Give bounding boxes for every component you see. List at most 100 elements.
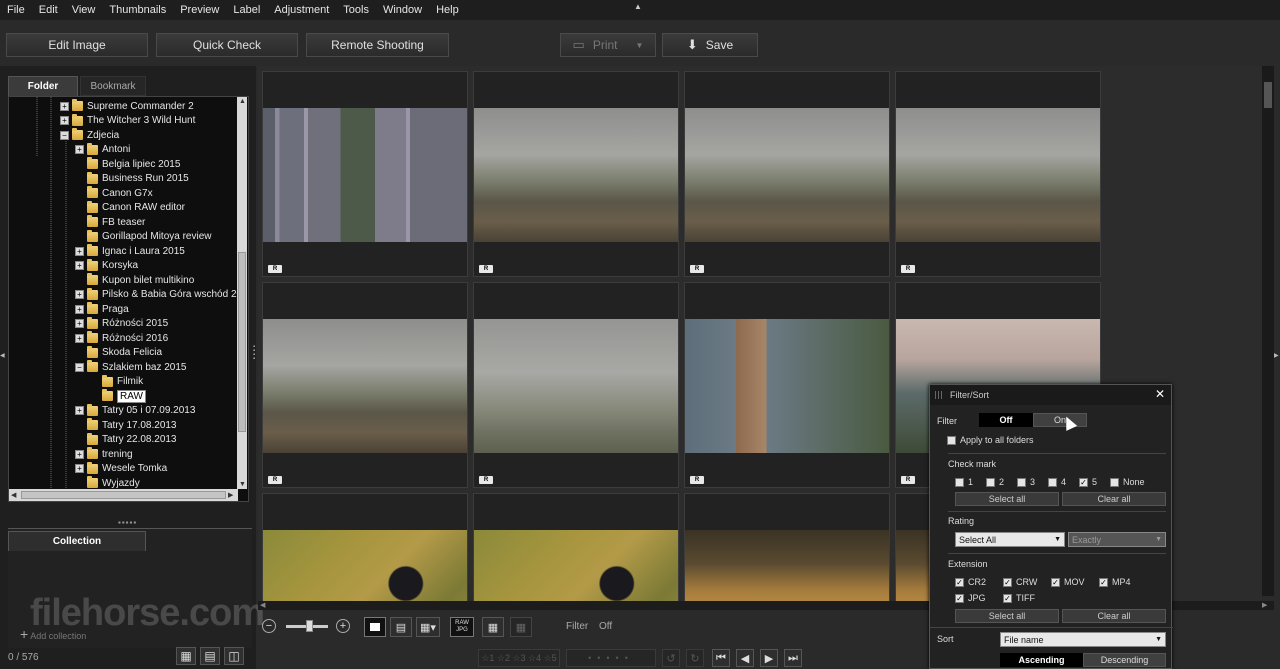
tree-node[interactable]: Canon RAW editor — [75, 200, 185, 215]
apply-all-folders-checkbox[interactable]: Apply to all folders — [947, 435, 1034, 445]
scroll-down-icon[interactable]: ▼ — [239, 481, 246, 488]
extension-select-all-button[interactable]: Select all — [955, 609, 1059, 623]
grid-scroll-thumb[interactable] — [1264, 82, 1272, 108]
tree-scroll-thumb[interactable] — [238, 252, 246, 432]
thumbnail-image[interactable] — [263, 108, 467, 242]
first-image-icon[interactable]: ⏮ — [712, 649, 730, 667]
last-image-icon[interactable]: ⏭ — [784, 649, 802, 667]
thumbnail-cell[interactable]: R — [684, 71, 890, 277]
tree-node[interactable]: Business Run 2015 — [75, 171, 189, 186]
collapse-icon[interactable]: − — [60, 130, 69, 140]
print-button[interactable]: ▭ Print ▼ — [560, 33, 656, 57]
extension-option[interactable]: ✓ MP4 — [1099, 577, 1131, 587]
checkmark-option[interactable]: 3 — [1017, 477, 1035, 487]
grid-vertical-scrollbar[interactable] — [1262, 66, 1274, 596]
extension-option[interactable]: ✓ CRW — [1003, 577, 1037, 587]
menu-window[interactable]: Window — [376, 0, 429, 20]
menu-preview[interactable]: Preview — [173, 0, 226, 20]
expand-icon[interactable]: + — [75, 319, 84, 328]
expand-icon[interactable]: + — [75, 406, 84, 415]
expand-icon[interactable]: + — [60, 116, 69, 125]
tree-node[interactable]: Gorillapod Mitoya review — [75, 229, 212, 244]
tree-horizontal-scrollbar[interactable]: ◀ ▶ — [9, 489, 238, 501]
checkmark-option[interactable]: 4 — [1048, 477, 1066, 487]
previous-image-icon[interactable]: ◀ — [736, 649, 754, 667]
zoom-slider-thumb[interactable] — [306, 620, 313, 632]
tree-node[interactable]: Tatry 22.08.2013 — [75, 432, 177, 447]
thumbnail-image[interactable] — [474, 108, 678, 242]
tab-bookmark[interactable]: Bookmark — [80, 76, 146, 96]
zoom-out-icon[interactable]: − — [262, 619, 276, 633]
checkmark-option[interactable]: 2 — [986, 477, 1004, 487]
layout-preview-button[interactable]: ▤ — [200, 647, 220, 665]
filter-off-button[interactable]: Off — [979, 413, 1033, 427]
thumbnail-image[interactable] — [685, 530, 889, 602]
collapse-icon[interactable]: − — [75, 362, 84, 372]
menu-file[interactable]: File — [0, 0, 32, 20]
collapse-toolbar-icon[interactable]: ▲ — [634, 2, 642, 11]
extension-option[interactable]: ✓ JPG — [955, 593, 986, 603]
tree-node[interactable]: + trening — [75, 447, 133, 461]
thumbnail-image[interactable] — [263, 530, 467, 602]
grid-scroll-left-icon[interactable]: ◀ — [260, 601, 265, 609]
expand-icon[interactable]: + — [60, 101, 69, 111]
compare-view-button[interactable]: ▦ — [510, 617, 532, 637]
thumbnail-image[interactable] — [474, 530, 678, 602]
expand-icon[interactable]: + — [75, 449, 84, 459]
thumbnail-cell[interactable]: R — [473, 282, 679, 488]
tree-node[interactable]: + Praga — [75, 302, 129, 316]
view-details-button[interactable]: ▤ — [390, 617, 412, 637]
checkmark-option[interactable]: None — [1110, 477, 1145, 487]
extension-option[interactable]: ✓ MOV — [1051, 577, 1085, 587]
tree-node[interactable]: + Różności 2015 — [75, 316, 168, 331]
grid-scroll-right-icon[interactable]: ▶ — [1262, 601, 1267, 609]
expand-icon[interactable]: + — [75, 246, 84, 256]
menu-adjustment[interactable]: Adjustment — [267, 0, 336, 20]
right-edge-arrow-icon[interactable]: ▶ — [1274, 352, 1279, 359]
rating-select-dropdown[interactable]: Select All ▼ — [955, 532, 1065, 547]
tree-node[interactable]: Belgia lipiec 2015 — [75, 157, 180, 171]
filter-on-button[interactable]: On — [1033, 413, 1087, 427]
extension-option[interactable]: ✓ TIFF — [1003, 593, 1035, 603]
ascending-button[interactable]: Ascending — [1000, 653, 1083, 667]
thumbnail-image[interactable] — [474, 319, 678, 453]
sort-by-dropdown[interactable]: File name ▼ — [1000, 632, 1166, 647]
pane-splitter-icon[interactable]: ▪▪▪▪▪ — [118, 518, 137, 527]
rotate-left-icon[interactable]: ↺ — [662, 649, 680, 667]
thumbnail-cell[interactable]: R — [473, 71, 679, 277]
tree-node[interactable]: + Antoni — [75, 142, 130, 157]
tree-node[interactable]: + Ignac i Laura 2015 — [75, 244, 185, 258]
thumbnail-cell[interactable]: R — [262, 282, 468, 488]
rating-mode-dropdown[interactable]: Exactly ▼ — [1068, 532, 1166, 547]
thumbnail-cell[interactable]: R — [262, 71, 468, 277]
tree-node[interactable]: + Supreme Commander 2 — [60, 99, 194, 113]
tab-folder[interactable]: Folder — [8, 76, 78, 96]
folder-tree[interactable]: + Supreme Commander 2 + The Witcher 3 Wild … — [8, 96, 249, 502]
menu-label[interactable]: Label — [226, 0, 267, 20]
thumbnail-image[interactable] — [685, 319, 889, 453]
raw-jpg-toggle[interactable]: RAW JPG — [450, 617, 474, 637]
view-options-button[interactable]: ▦▾ — [416, 617, 440, 637]
tree-node[interactable]: + Różności 2016 — [75, 331, 168, 345]
scroll-left-icon[interactable]: ◀ — [11, 491, 16, 499]
save-button[interactable]: ⬇ Save — [662, 33, 758, 57]
tab-collection[interactable]: Collection — [8, 531, 146, 551]
tree-hscroll-thumb[interactable] — [21, 491, 226, 499]
tree-node[interactable]: Skoda Felicia — [75, 345, 162, 360]
checkmark-option[interactable]: 1 — [955, 477, 973, 487]
view-large-thumbs-button[interactable] — [364, 617, 386, 637]
expand-icon[interactable]: + — [75, 464, 84, 473]
print-dropdown-icon[interactable]: ▼ — [636, 41, 644, 50]
tree-node[interactable]: Wyjazdy — [75, 476, 140, 490]
thumbnail-cell[interactable] — [684, 493, 890, 602]
quick-check-button[interactable]: Quick Check — [156, 33, 298, 57]
rotate-right-icon[interactable]: ↻ — [686, 649, 704, 667]
menu-tools[interactable]: Tools — [336, 0, 376, 20]
tree-node[interactable]: + Wesele Tomka — [75, 461, 167, 476]
tree-node[interactable]: − Zdjecia — [60, 128, 119, 142]
thumbnail-image[interactable] — [685, 108, 889, 242]
zoom-in-icon[interactable]: + — [336, 619, 350, 633]
scroll-right-icon[interactable]: ▶ — [228, 491, 233, 499]
expand-icon[interactable]: + — [75, 261, 84, 270]
checkmark-select-all-button[interactable]: Select all — [955, 492, 1059, 506]
